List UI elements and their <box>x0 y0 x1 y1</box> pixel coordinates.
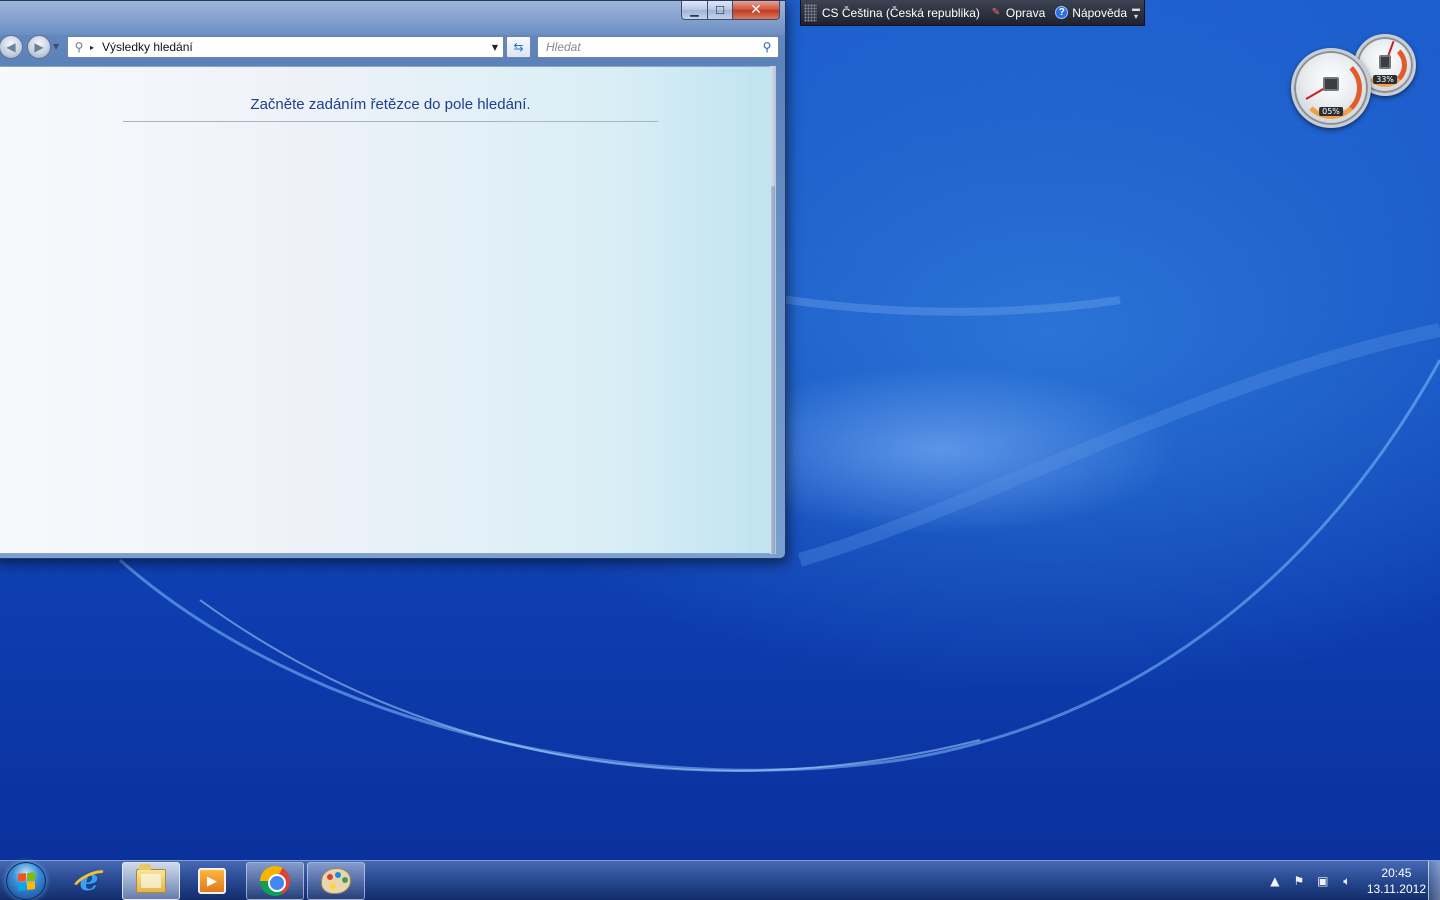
search-results-pane[interactable]: Začněte zadáním řetězce do pole hledání. <box>0 66 773 554</box>
help-icon: ? <box>1055 6 1069 19</box>
cpu-gauge: 05% <box>1291 48 1371 128</box>
taskbar-chrome[interactable] <box>246 862 304 900</box>
refresh-icon: ⇆ <box>513 40 524 54</box>
maximize-button[interactable]: ☐ <box>708 1 733 20</box>
back-button[interactable]: ◀ <box>0 35 23 59</box>
media-player-icon: ▶ <box>198 868 226 894</box>
pen-icon: ✎ <box>991 7 1001 18</box>
search-input[interactable] <box>538 40 756 54</box>
language-bar-options[interactable]: ▬ ▾ <box>1132 4 1140 21</box>
refresh-button[interactable]: ⇆ <box>506 36 531 58</box>
cpu-chip-icon <box>1323 76 1339 91</box>
action-center-flag-icon[interactable]: ⚑ <box>1289 874 1309 888</box>
paint-palette-icon <box>321 868 351 894</box>
search-results-icon: ⚲ <box>74 40 84 54</box>
taskbar-paint[interactable] <box>307 862 365 900</box>
minimize-button[interactable]: ▁ <box>681 1 708 20</box>
language-label: CS Čeština (Česká republika) <box>821 5 980 20</box>
arrow-left-icon: ◀ <box>6 40 16 54</box>
help-label: Nápověda <box>1072 5 1127 20</box>
recent-pages-dropdown[interactable]: ▼ <box>53 42 59 51</box>
clock-time: 20:45 <box>1381 866 1412 880</box>
address-bar[interactable]: ⚲ ▸ Výsledky hledání ▼ <box>67 36 504 58</box>
taskbar-windows-explorer[interactable] <box>122 862 180 900</box>
memory-chip-icon <box>1379 54 1391 69</box>
repair-label: Oprava <box>1005 5 1046 20</box>
show-hidden-icons-button[interactable]: ▲ <box>1265 874 1285 888</box>
chevron-down-icon: ▼ <box>53 42 60 51</box>
cpu-meter-gadget[interactable]: 33% 05% <box>1288 34 1418 132</box>
language-bar: CS Čeština (Česká republika) ✎ Oprava ? … <box>800 0 1145 26</box>
show-desktop-button[interactable] <box>1428 861 1440 900</box>
search-box[interactable]: ⚲ <box>537 36 779 58</box>
forward-button[interactable]: ▶ <box>27 35 51 59</box>
volume-icon[interactable]: 🔈︎ <box>1337 874 1357 889</box>
close-button[interactable]: ✕ <box>733 1 780 20</box>
explorer-window[interactable]: ▁ ☐ ✕ ◀ ▶ ▼ ⚲ ▸ Výsledky hledání ▼ ⇆ ⚲ Z… <box>0 0 786 559</box>
chrome-icon <box>260 866 290 896</box>
search-icon[interactable]: ⚲ <box>756 40 778 54</box>
taskbar: e ▶ ▲ ⚑ ▣ 🔈︎ 20:45 13.11.2012 <box>0 860 1440 900</box>
memory-percent: 33% <box>1373 75 1397 84</box>
internet-explorer-icon: e <box>74 866 104 896</box>
help-button[interactable]: ? Nápověda <box>1050 6 1132 20</box>
taskbar-media-player[interactable]: ▶ <box>183 862 241 900</box>
system-clock[interactable]: 20:45 13.11.2012 <box>1367 865 1426 897</box>
breadcrumb-search-results[interactable]: Výsledky hledání <box>102 40 487 54</box>
address-history-dropdown[interactable]: ▼ <box>487 43 503 52</box>
search-hint-text: Začněte zadáním řetězce do pole hledání. <box>123 96 658 122</box>
folder-icon <box>136 864 166 893</box>
language-bar-grip[interactable] <box>804 3 817 22</box>
language-selector[interactable]: CS Čeština (Česká republika) <box>817 6 985 20</box>
repair-button[interactable]: ✎ Oprava <box>985 6 1050 20</box>
start-button[interactable] <box>6 862 46 900</box>
network-icon[interactable]: ▣ <box>1313 874 1333 888</box>
breadcrumb-separator[interactable]: ▸ <box>90 43 102 52</box>
windows-logo-icon <box>17 871 35 891</box>
taskbar-internet-explorer[interactable]: e <box>60 862 118 900</box>
cpu-percent: 05% <box>1319 107 1343 116</box>
vertical-scrollbar[interactable] <box>770 66 776 554</box>
notification-area: ▲ ⚑ ▣ 🔈︎ 20:45 13.11.2012 <box>1263 861 1426 900</box>
window-caption-buttons: ▁ ☐ ✕ <box>681 1 780 20</box>
arrow-right-icon: ▶ <box>34 40 44 54</box>
chevron-down-icon: ▼ <box>491 42 499 52</box>
clock-date: 13.11.2012 <box>1366 882 1426 896</box>
navigation-bar: ◀ ▶ ▼ ⚲ ▸ Výsledky hledání ▼ ⇆ ⚲ <box>0 33 785 61</box>
